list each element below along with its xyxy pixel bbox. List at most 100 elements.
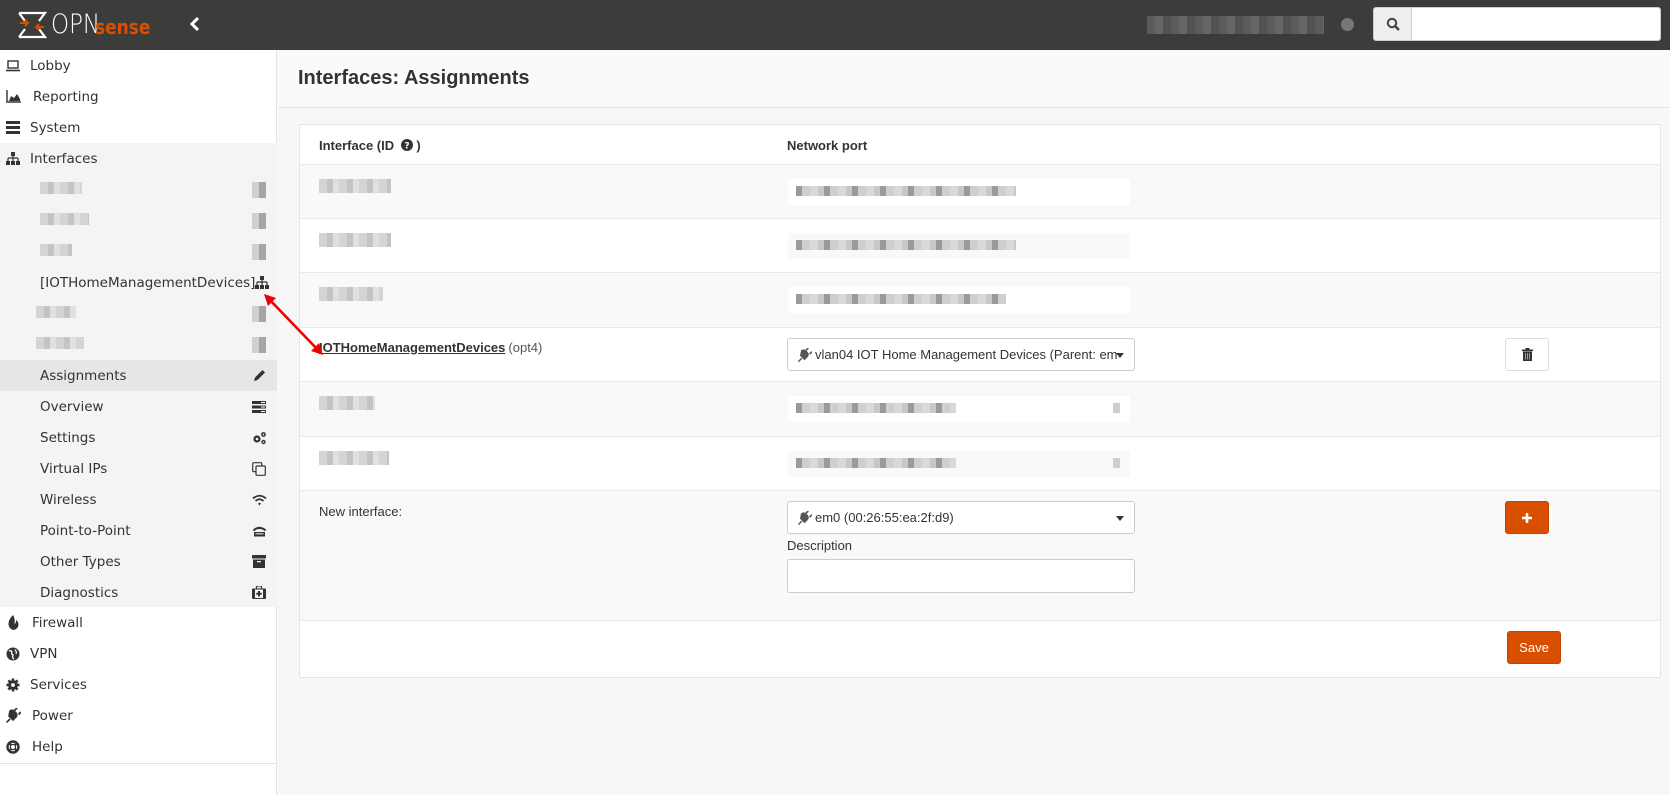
logo-text: OPN	[51, 9, 101, 40]
network-port-select-redacted[interactable]	[788, 287, 1130, 313]
sidebar-item-label: Lobby	[30, 57, 71, 74]
search-icon	[1386, 17, 1400, 31]
help-circle-icon[interactable]: ?	[400, 139, 413, 152]
plug-icon	[798, 510, 812, 525]
network-port-select[interactable]: vlan04 IOT Home Management Devices (Pare…	[787, 338, 1135, 371]
sidebar-item-other-types[interactable]: Other Types	[0, 546, 277, 577]
pencil-icon	[251, 368, 267, 384]
page-header: Interfaces: Assignments	[278, 50, 1670, 108]
table-row	[300, 272, 1660, 327]
sidebar-item-vpn[interactable]: VPN	[0, 638, 277, 669]
sidebar-item-label: Firewall	[32, 614, 83, 631]
sidebar-item-iothomemanagementdevices[interactable]: [IOTHomeManagementDevices]	[0, 267, 277, 298]
interface-id: (opt4)	[508, 340, 543, 355]
cog-icon	[5, 677, 21, 693]
sitemap-icon	[5, 151, 21, 167]
caret-down-icon	[1116, 516, 1124, 521]
table-row	[300, 436, 1660, 490]
sidebar-item-label: Reporting	[33, 88, 99, 105]
sidebar-item-overview[interactable]: Overview	[0, 391, 277, 422]
medkit-icon	[251, 585, 267, 601]
network-port-select-redacted[interactable]	[788, 451, 1130, 477]
sitemap-icon	[255, 275, 270, 291]
sidebar-item-firewall[interactable]: Firewall	[0, 607, 277, 638]
sidebar-item-label: Help	[32, 738, 63, 755]
sidebar-item-label: Other Types	[40, 553, 121, 570]
logo-mark-icon	[18, 11, 47, 39]
sidebar-item-label: [IOTHomeManagementDevices]	[40, 274, 256, 291]
sidebar-item-label: Overview	[40, 398, 104, 415]
chevron-left-icon	[189, 16, 200, 32]
interface-name-redacted[interactable]	[319, 233, 391, 247]
interface-name-redacted[interactable]	[319, 287, 383, 301]
sidebar-item-point-to-point[interactable]: Point-to-Point	[0, 515, 277, 546]
sidebar-interface-redacted[interactable]	[0, 329, 277, 360]
save-row: Save	[300, 620, 1660, 677]
sidebar-item-interfaces[interactable]: Interfaces	[0, 143, 277, 174]
life-ring-icon	[5, 739, 21, 755]
sidebar-item-label: VPN	[30, 645, 58, 662]
hostname-redacted	[1147, 16, 1324, 34]
sidebar-item-system[interactable]: System	[0, 112, 277, 143]
status-indicator	[1341, 18, 1354, 31]
network-port-select-redacted[interactable]	[788, 396, 1130, 422]
interface-link[interactable]: IOTHomeManagementDevices	[319, 340, 505, 355]
sidebar-item-virtual-ips[interactable]: Virtual IPs	[0, 453, 277, 484]
sidebar-item-reporting[interactable]: Reporting	[0, 81, 277, 112]
collapse-sidebar-button[interactable]	[188, 14, 208, 36]
top-navbar: OPN sense	[0, 0, 1670, 50]
sidebar-item-lobby[interactable]: Lobby	[0, 50, 277, 81]
tasks-icon	[251, 399, 267, 415]
network-port-select-redacted[interactable]	[788, 179, 1130, 205]
table-row	[300, 164, 1660, 218]
page-title: Interfaces: Assignments	[298, 67, 530, 89]
sidebar-item-label: Diagnostics	[40, 584, 119, 601]
sidebar-item-power[interactable]: Power	[0, 700, 277, 731]
sidebar-item-label: Wireless	[40, 491, 97, 508]
svg-text:?: ?	[404, 142, 409, 152]
sidebar-item-assignments[interactable]: Assignments	[0, 360, 277, 391]
save-button[interactable]: Save	[1507, 631, 1561, 664]
description-input[interactable]	[787, 559, 1135, 593]
search-input[interactable]	[1412, 7, 1661, 41]
sidebar-item-label: System	[30, 119, 81, 136]
area-chart-icon	[5, 89, 21, 105]
description-label: Description	[787, 538, 853, 553]
sidebar-interface-redacted[interactable]	[0, 174, 277, 205]
laptop-icon	[5, 58, 21, 74]
trash-icon	[1521, 348, 1533, 361]
sidebar-item-label: Point-to-Point	[40, 522, 131, 539]
phone-icon	[251, 523, 267, 539]
plug-icon	[5, 708, 21, 724]
logo-sense-text: sense	[94, 15, 151, 39]
sidebar-item-settings[interactable]: Settings	[0, 422, 277, 453]
sidebar-item-label: Services	[30, 676, 87, 693]
sidebar-divider	[0, 763, 277, 764]
sidebar-interface-redacted[interactable]	[0, 298, 277, 329]
sidebar-item-help[interactable]: Help	[0, 731, 277, 762]
cogs-icon	[251, 430, 267, 446]
interface-name-redacted[interactable]	[319, 179, 391, 193]
sidebar-item-label: Settings	[40, 429, 96, 446]
interface-name-redacted[interactable]	[319, 396, 375, 410]
column-header-network-port: Network port	[787, 138, 868, 153]
new-interface-port-select[interactable]: em0 (00:26:55:ea:2f:d9)	[787, 501, 1135, 534]
plus-icon	[1522, 512, 1532, 523]
sidebar-item-label: Power	[32, 707, 73, 724]
sidebar-interface-redacted[interactable]	[0, 236, 277, 267]
network-port-select-redacted[interactable]	[788, 233, 1130, 259]
sidebar-item-diagnostics[interactable]: Diagnostics	[0, 577, 277, 608]
main-content: Interfaces: Assignments Interface (ID ? …	[278, 50, 1670, 795]
delete-interface-button[interactable]	[1505, 338, 1549, 371]
sidebar-item-label: Assignments	[40, 367, 127, 384]
search-button[interactable]	[1373, 7, 1412, 41]
sidebar-item-wireless[interactable]: Wireless	[0, 484, 277, 515]
sidebar-interface-redacted[interactable]	[0, 205, 277, 236]
sidebar-item-services[interactable]: Services	[0, 669, 277, 700]
plug-icon	[798, 347, 812, 362]
interface-name-redacted[interactable]	[319, 451, 389, 465]
opnsense-logo[interactable]: OPN sense	[17, 9, 160, 41]
sidebar-item-label: Interfaces	[30, 150, 98, 167]
add-interface-button[interactable]	[1505, 501, 1549, 534]
globe-icon	[5, 646, 21, 662]
